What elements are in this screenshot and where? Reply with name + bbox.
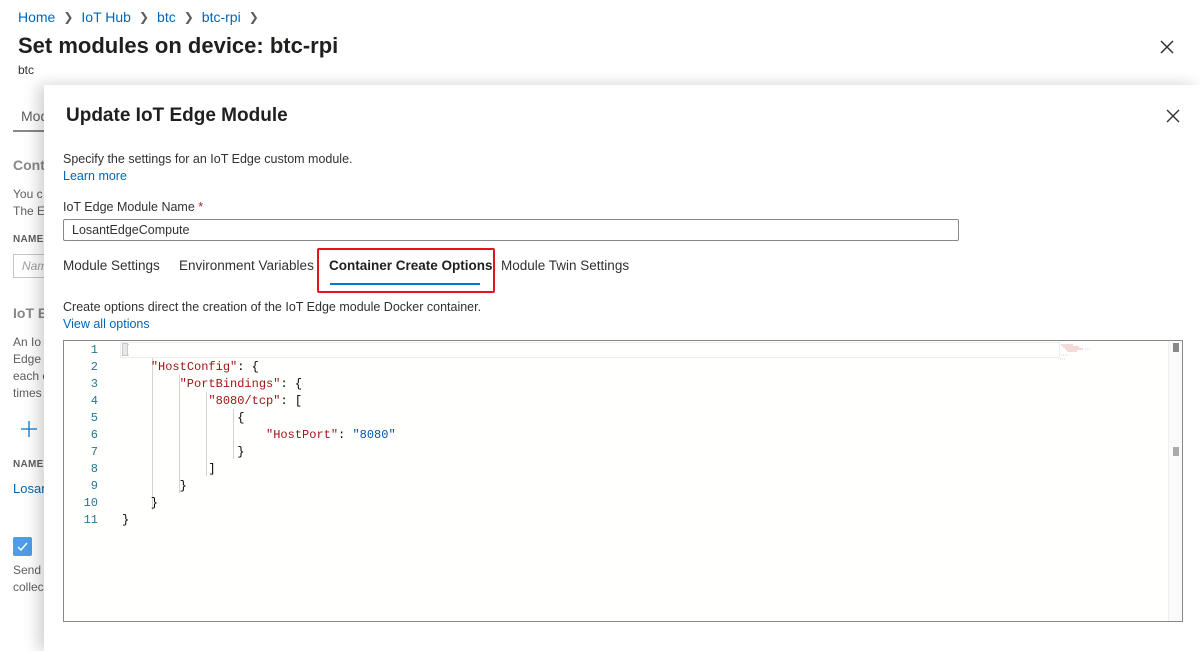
section-text: collec (13, 580, 44, 594)
line-number: 2 (90, 360, 98, 374)
tab-module-twin-settings[interactable]: Module Twin Settings (501, 258, 629, 273)
tab-module-settings[interactable]: Module Settings (63, 258, 160, 273)
section-text: Send (13, 563, 42, 577)
code-line[interactable]: 6 "HostPort": "8080" (64, 428, 1168, 445)
code-line[interactable]: 10 } (64, 496, 1168, 513)
cursor (122, 343, 128, 356)
line-number: 7 (90, 445, 98, 459)
vertical-scrollbar[interactable] (1168, 341, 1182, 621)
tab-environment-variables[interactable]: Environment Variables (179, 258, 314, 273)
json-punctuation: ] (122, 462, 216, 476)
section-text: You c (13, 187, 43, 201)
line-number: 1 (90, 343, 98, 357)
code-text[interactable]: { (122, 411, 244, 425)
chevron-right-icon: ❯ (138, 10, 150, 24)
panel-description: Specify the settings for an IoT Edge cus… (63, 152, 353, 166)
json-punctuation: } (122, 479, 187, 493)
json-punctuation (122, 377, 180, 391)
code-line[interactable]: 1{ (64, 343, 1168, 360)
code-line[interactable]: 2 "HostConfig": { (64, 360, 1168, 377)
send-checkbox[interactable] (13, 537, 32, 556)
name-label: NAME (13, 234, 44, 245)
section-heading-iot-edge: IoT E (13, 305, 48, 321)
line-number: 5 (90, 411, 98, 425)
code-line[interactable]: 8 ] (64, 462, 1168, 479)
code-line[interactable]: 11} (64, 513, 1168, 530)
module-name-input[interactable] (63, 219, 959, 241)
section-heading-container: Cont (13, 157, 45, 173)
chevron-right-icon: ❯ (183, 10, 194, 24)
tab-container-create-options[interactable]: Container Create Options (329, 258, 493, 273)
name-label: NAME (13, 459, 44, 470)
breadcrumb-iot-hub[interactable]: IoT Hub (81, 9, 131, 25)
breadcrumb-btc[interactable]: btc (157, 9, 176, 25)
line-number: 9 (90, 479, 98, 493)
code-text[interactable]: } (122, 445, 244, 459)
breadcrumb: Home ❯ IoT Hub ❯ btc ❯ btc-rpi ❯ (18, 9, 267, 25)
code-line[interactable]: 7 } (64, 445, 1168, 462)
line-number: 10 (83, 496, 98, 510)
scroll-thumb[interactable] (1173, 447, 1179, 456)
section-text: The E (13, 204, 46, 218)
learn-more-link[interactable]: Learn more (63, 169, 127, 183)
page-subtitle: btc (18, 63, 35, 77)
json-punctuation: : { (280, 377, 303, 391)
json-key: "8080/tcp" (208, 394, 281, 408)
json-punctuation: } (122, 513, 130, 527)
json-punctuation: : [ (280, 394, 303, 408)
json-punctuation (122, 360, 151, 374)
json-punctuation: { (122, 411, 245, 425)
required-indicator: * (198, 200, 204, 214)
section-text: times (13, 386, 42, 400)
json-punctuation (122, 428, 266, 442)
json-key: "PortBindings" (179, 377, 281, 391)
close-icon[interactable] (1158, 38, 1176, 56)
breadcrumb-btc-rpi[interactable]: btc-rpi (202, 9, 241, 25)
json-punctuation: : { (237, 360, 259, 374)
line-number: 11 (83, 513, 98, 527)
page-title: Set modules on device: btc-rpi (18, 33, 339, 58)
code-text[interactable]: ] (122, 462, 216, 476)
json-code-editor[interactable]: 1{2 "HostConfig": {3 "PortBindings": {4 … (63, 340, 1183, 622)
json-punctuation: } (122, 496, 159, 510)
plus-icon[interactable] (19, 419, 39, 439)
json-key: "HostConfig" (150, 360, 238, 374)
code-line[interactable]: 3 "PortBindings": { (64, 377, 1168, 394)
json-punctuation: : (338, 428, 353, 442)
update-module-panel: Update IoT Edge Module Specify the setti… (44, 85, 1200, 651)
chevron-right-icon: ❯ (248, 10, 259, 24)
line-number: 6 (90, 428, 98, 442)
json-string: "8080" (352, 428, 396, 442)
code-text[interactable]: "8080/tcp": [ (122, 394, 302, 408)
json-key: "HostPort" (266, 428, 339, 442)
chevron-right-icon: ❯ (63, 10, 74, 24)
module-name-label: IoT Edge Module Name * (63, 200, 203, 214)
panel-title: Update IoT Edge Module (66, 105, 288, 126)
code-text[interactable]: } (122, 513, 129, 527)
active-tab-indicator (330, 283, 480, 285)
module-name-label-text: IoT Edge Module Name (63, 200, 195, 214)
close-icon[interactable] (1166, 109, 1180, 123)
code-line[interactable]: 4 "8080/tcp": [ (64, 394, 1168, 411)
checkmark-icon (17, 542, 28, 552)
json-punctuation: } (122, 445, 245, 459)
breadcrumb-home[interactable]: Home (18, 9, 55, 25)
create-options-description: Create options direct the creation of th… (63, 300, 482, 314)
line-number: 8 (90, 462, 98, 476)
section-text: Edge (13, 352, 42, 366)
code-text[interactable]: "HostConfig": { (122, 360, 259, 374)
view-all-options-link[interactable]: View all options (63, 317, 150, 331)
scroll-marker (1173, 343, 1179, 352)
code-text[interactable]: "HostPort": "8080" (122, 428, 396, 442)
code-line[interactable]: 5 { (64, 411, 1168, 428)
minimap[interactable] (1059, 343, 1095, 363)
line-number: 3 (90, 377, 98, 391)
line-number: 4 (90, 394, 98, 408)
section-text: An Io (13, 335, 42, 349)
json-punctuation (122, 394, 208, 408)
code-text[interactable]: } (122, 479, 187, 493)
code-line[interactable]: 9 } (64, 479, 1168, 496)
code-text[interactable]: } (122, 496, 158, 510)
code-text[interactable]: "PortBindings": { (122, 377, 302, 391)
